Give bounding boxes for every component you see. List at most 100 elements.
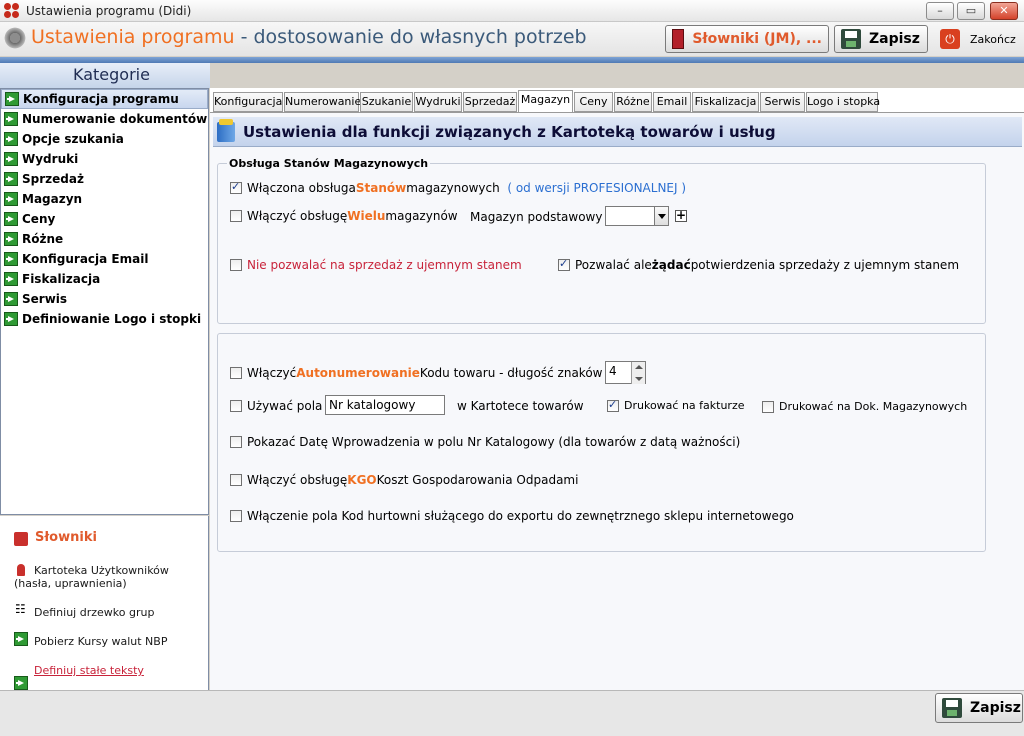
save-button-top[interactable]: Zapisz (834, 25, 928, 53)
confirm-negative-checkbox[interactable] (558, 257, 570, 271)
tab-email[interactable]: Email (653, 92, 691, 112)
category-label: Magazyn (22, 192, 83, 206)
fixed-texts-link[interactable]: Definiuj stałe teksty (34, 664, 144, 677)
category-fiskalizacja[interactable]: Fiskalizacja (1, 269, 208, 289)
option-highlight: Wielu (347, 209, 386, 223)
user-icon (17, 564, 25, 576)
category-label: Różne (22, 232, 64, 246)
category-numerowanie[interactable]: Numerowanie dokumentów (1, 109, 208, 129)
close-button[interactable]: ✕ (990, 2, 1018, 20)
add-warehouse-button[interactable]: + (675, 209, 687, 222)
confirm-negative-option[interactable]: Pozwalać ale żądać potwierdzenia sprzeda… (558, 257, 960, 272)
exit-button-label: Zakończ (970, 32, 1016, 46)
print-dok-option[interactable]: Drukować na Dok. Magazynowych (762, 400, 967, 413)
print-dok-checkbox[interactable] (762, 400, 774, 413)
option-text: Włączyć obsługę (247, 209, 348, 223)
tab-magazyn[interactable]: Magazyn (518, 90, 573, 113)
minimize-button[interactable]: – (926, 2, 954, 20)
option-highlight: KGO (347, 473, 377, 487)
tab-logo[interactable]: Logo i stopka (806, 92, 880, 112)
category-szukanie[interactable]: Opcje szukania (1, 129, 208, 149)
users-link[interactable]: Kartoteka Użytkowników (34, 564, 169, 577)
tab-serwis[interactable]: Serwis (760, 92, 805, 112)
book-icon (14, 532, 28, 546)
footer: Zapisz (0, 690, 1024, 736)
multi-warehouse-option[interactable]: Włączyć obsługę Wielu magazynów (230, 209, 458, 223)
warehouse-select[interactable] (605, 206, 669, 226)
maximize-button[interactable]: ▭ (957, 2, 985, 20)
arrow-icon (4, 112, 18, 126)
tab-ceny[interactable]: Ceny (574, 92, 613, 112)
tree-icon: ☷ (15, 602, 26, 616)
arrow-icon (4, 252, 18, 266)
show-date-option[interactable]: Pokazać Datę Wprowadzenia w polu Nr Kata… (230, 435, 740, 449)
book-icon (672, 29, 685, 49)
category-label: Konfiguracja programu (23, 92, 179, 106)
category-rozne[interactable]: Różne (1, 229, 208, 249)
group-tree-link[interactable]: Definiuj drzewko grup (34, 606, 154, 619)
categories-list: Konfiguracja programu Numerowanie dokume… (0, 88, 209, 515)
power-icon: ⏻ (940, 29, 960, 49)
nbp-rates-link[interactable]: Pobierz Kursy walut NBP (34, 635, 167, 648)
no-negative-option[interactable]: Nie pozwalać na sprzedaż z ujemnym stane… (230, 258, 522, 272)
category-ceny[interactable]: Ceny (1, 209, 208, 229)
kgo-checkbox[interactable] (230, 474, 242, 486)
option-text: Nie pozwalać na sprzedaż z ujemnym stane… (247, 258, 522, 272)
chevron-down-icon[interactable] (654, 207, 668, 225)
no-negative-checkbox[interactable] (230, 259, 242, 271)
tabs-strip: Konfiguracja Numerowanie Szukanie Wydruk… (210, 88, 1024, 114)
use-field-checkbox[interactable] (230, 400, 242, 412)
warehouse-label: Magazyn podstawowy (470, 210, 603, 224)
users-link-sub: (hasła, uprawnienia) (14, 577, 127, 590)
option-highlight: Stanów (355, 181, 407, 195)
tab-szukanie[interactable]: Szukanie (360, 92, 413, 112)
spinner-icon[interactable] (631, 362, 645, 384)
option-text: Włączyć obsługę (247, 473, 348, 487)
stock-enable-option[interactable]: Włączona obsługa Stanów magazynowych ( o… (230, 180, 686, 195)
tab-wydruki[interactable]: Wydruki (414, 92, 462, 112)
code-length-stepper[interactable]: 4 (605, 361, 646, 384)
option-highlight: Autonumerowanie (296, 366, 420, 380)
arrow-icon (4, 312, 18, 326)
print-invoice-checkbox[interactable] (607, 398, 619, 412)
option-text: potwierdzenia sprzedaży z ujemnym stanem (690, 258, 960, 272)
category-label: Definiowanie Logo i stopki (22, 312, 202, 326)
stock-enable-checkbox[interactable] (230, 180, 242, 194)
option-text: Kodu towaru - długość znaków (419, 366, 603, 380)
option-text: magazynów (385, 209, 458, 223)
category-serwis[interactable]: Serwis (1, 289, 208, 309)
autonumber-option[interactable]: Włączyć Autonumerowanie Kodu towaru - dł… (230, 366, 602, 380)
option-highlight: żądać (651, 258, 691, 272)
category-sprzedaz[interactable]: Sprzedaż (1, 169, 208, 189)
save-button-bottom[interactable]: Zapisz (935, 693, 1023, 723)
wholesale-code-checkbox[interactable] (230, 510, 242, 522)
category-magazyn[interactable]: Magazyn (1, 189, 208, 209)
tab-sprzedaz[interactable]: Sprzedaż (463, 92, 517, 112)
kgo-option[interactable]: Włączyć obsługę KGO Koszt Gospodarowania… (230, 473, 578, 487)
field-suffix: w Kartotece towarów (457, 399, 584, 413)
window-title: Ustawienia programu (Didi) (26, 4, 192, 18)
category-logo[interactable]: Definiowanie Logo i stopki (1, 309, 208, 329)
category-label: Serwis (22, 292, 68, 306)
category-wydruki[interactable]: Wydruki (1, 149, 208, 169)
print-invoice-option[interactable]: Drukować na fakturze (607, 398, 745, 412)
tab-numerowanie[interactable]: Numerowanie (284, 92, 361, 112)
slowniki-button[interactable]: Słowniki (JM), ... (665, 25, 829, 53)
stock-group-label: Obsługa Stanów Magazynowych (227, 157, 431, 170)
category-label: Fiskalizacja (22, 272, 101, 286)
autonumber-checkbox[interactable] (230, 367, 242, 379)
multi-warehouse-checkbox[interactable] (230, 210, 242, 222)
tab-konfiguracja[interactable]: Konfiguracja (213, 92, 283, 112)
wholesale-code-option[interactable]: Włączenie pola Kod hurtowni służącego do… (230, 509, 794, 523)
exit-button[interactable]: ⏻ Zakończ (934, 25, 1024, 53)
option-text: Drukować na Dok. Magazynowych (779, 400, 968, 413)
categories-header: Kategorie (0, 63, 210, 88)
show-date-checkbox[interactable] (230, 436, 242, 448)
category-konfiguracja[interactable]: Konfiguracja programu (1, 89, 208, 109)
catalog-field-input[interactable]: Nr katalogowy (325, 395, 445, 415)
option-text: Włączenie pola Kod hurtowni służącego do… (247, 509, 794, 523)
tab-fiskalizacja[interactable]: Fiskalizacja (692, 92, 759, 112)
tab-rozne[interactable]: Różne (614, 92, 652, 112)
use-field-option[interactable]: Używać pola (230, 399, 322, 413)
category-email[interactable]: Konfiguracja Email (1, 249, 208, 269)
